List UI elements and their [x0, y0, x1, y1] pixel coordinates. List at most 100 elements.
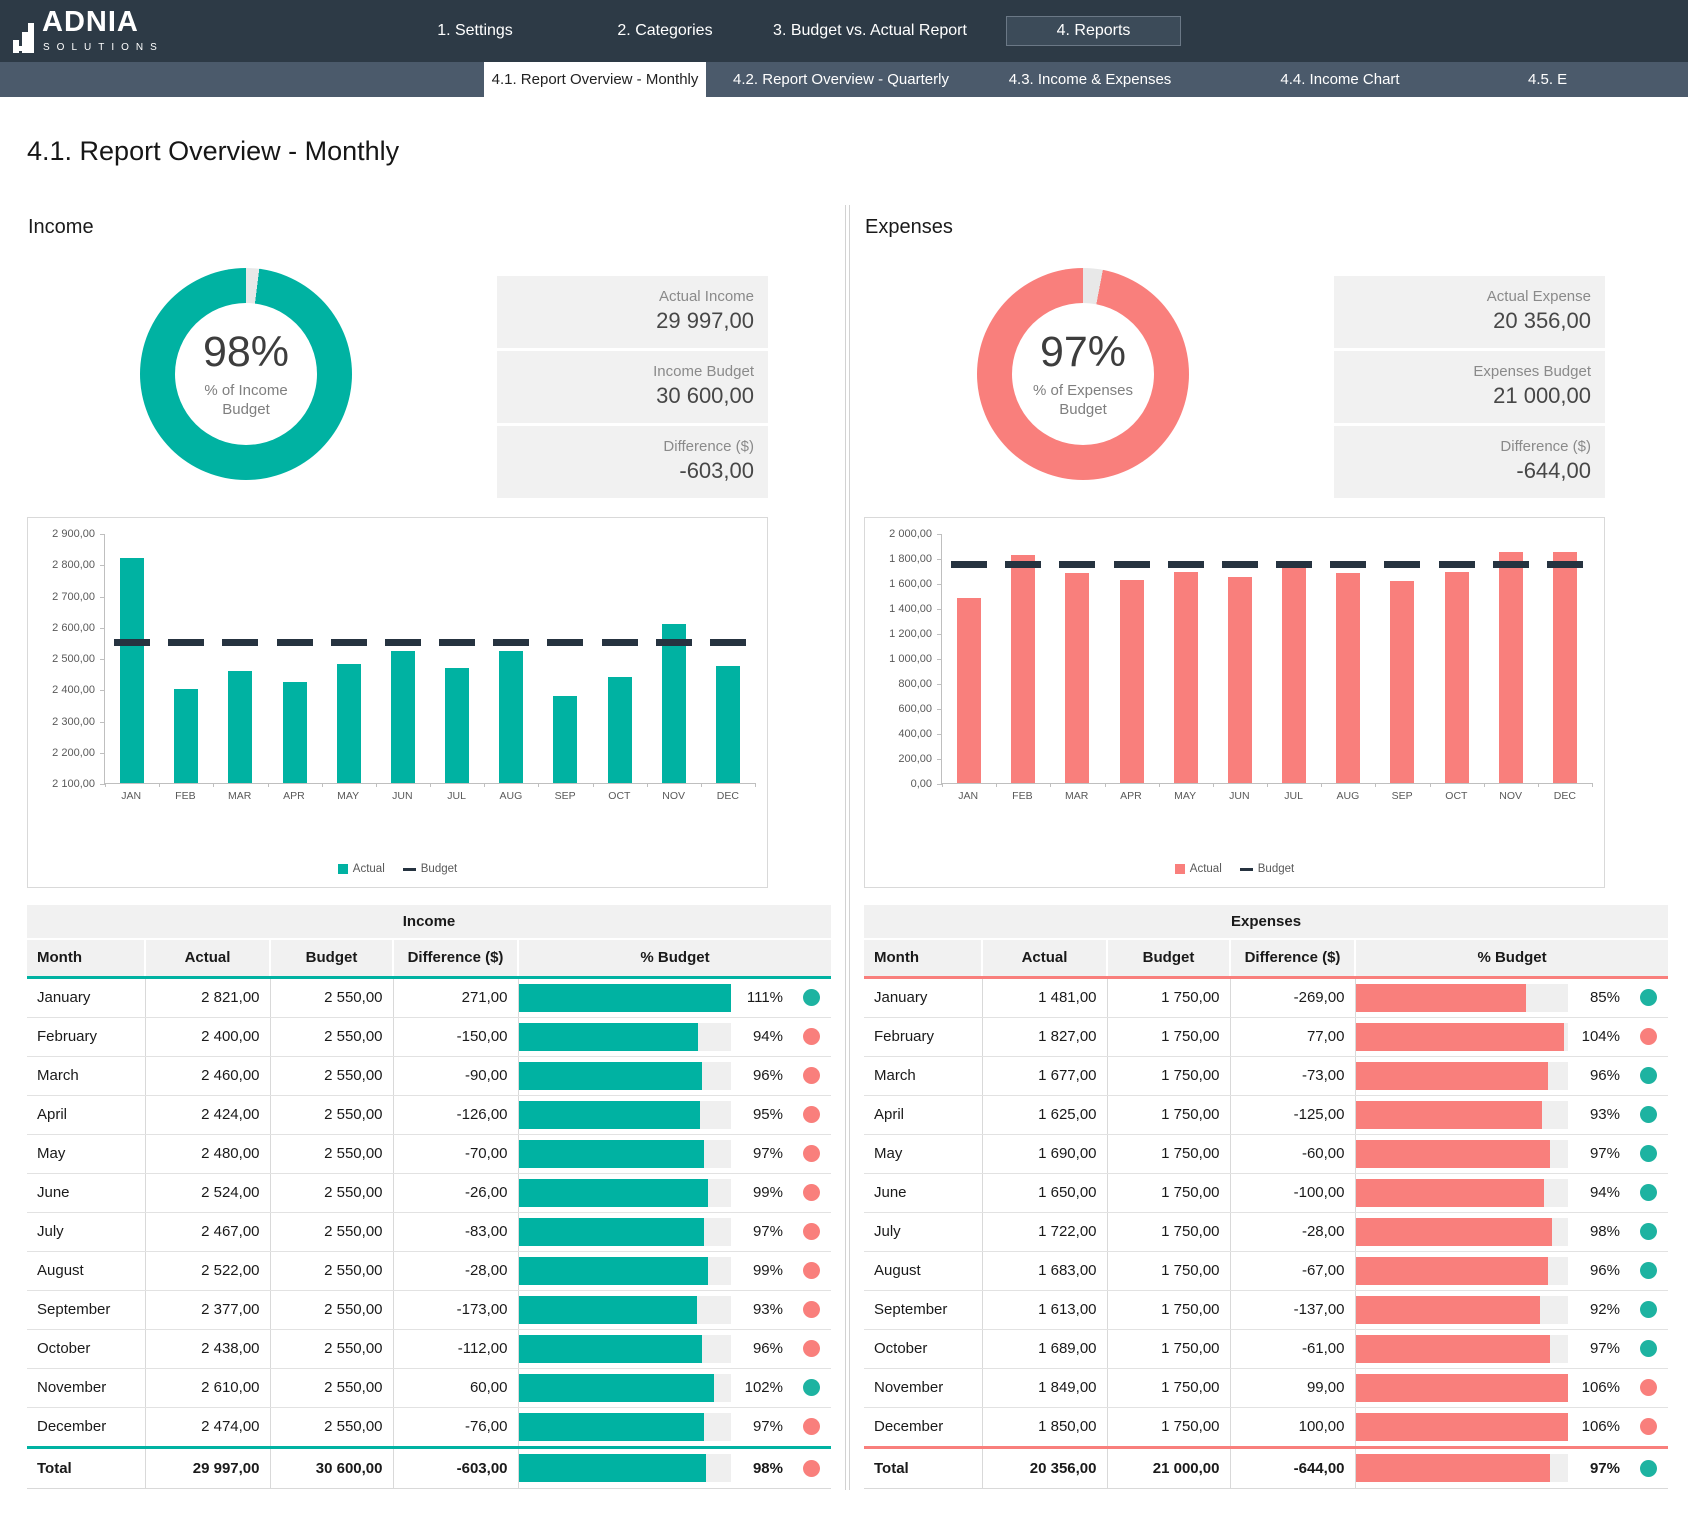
donut-caption: % of Income Budget	[183, 382, 309, 420]
cell-pct-value: 97%	[731, 1212, 791, 1251]
table-row: August2 522,002 550,00-28,0099%	[27, 1251, 831, 1290]
table-row: November1 849,001 750,0099,00106%	[864, 1368, 1668, 1407]
x-tick-label: JUL	[1284, 790, 1303, 802]
page-title: 4.1. Report Overview - Monthly	[27, 136, 399, 167]
cell-actual: 2 438,00	[145, 1329, 270, 1368]
brand-subtitle: SOLUTIONS	[43, 42, 164, 53]
cell-actual: 1 613,00	[982, 1290, 1107, 1329]
cell-pct-bar	[1355, 1212, 1568, 1251]
donut-percent-value: 98%	[203, 328, 289, 377]
cell-pct-bar	[1355, 1134, 1568, 1173]
cell-actual: 1 625,00	[982, 1095, 1107, 1134]
budget-table: ExpensesMonthActualBudgetDifference ($)%…	[864, 905, 1668, 1489]
cell-difference: -137,00	[1230, 1290, 1355, 1329]
pct-bar-fill	[1356, 1413, 1569, 1441]
col-header-month: Month	[27, 939, 145, 977]
cell-difference: -76,00	[393, 1407, 518, 1447]
subnav-tab-4-3-income-expenses[interactable]: 4.3. Income & Expenses	[988, 62, 1192, 97]
chart-plot-area	[104, 534, 755, 784]
section-title: Expenses	[865, 216, 953, 239]
actual-bar-mar	[1065, 573, 1089, 783]
subnav-tab-4-5-e[interactable]: 4.5. E	[1528, 62, 1688, 97]
actual-bar-aug	[499, 651, 523, 783]
cell-status	[1628, 1212, 1668, 1251]
table-row: April1 625,001 750,00-125,0093%	[864, 1095, 1668, 1134]
cell-status	[791, 1329, 831, 1368]
cell-pct-bar	[1355, 1095, 1568, 1134]
cell-actual: 2 400,00	[145, 1017, 270, 1056]
cell-budget: 1 750,00	[1107, 1407, 1230, 1447]
col-header-actual: Actual	[145, 939, 270, 977]
budget-dash-nov	[656, 639, 692, 646]
cell-pct-bar	[518, 1095, 731, 1134]
table-row: September2 377,002 550,00-173,0093%	[27, 1290, 831, 1329]
table-header-row: MonthActualBudgetDifference ($)% Budget	[27, 939, 831, 977]
x-tick-label: FEB	[175, 790, 195, 802]
donut-center: 98% % of Income Budget	[175, 303, 317, 445]
y-tick-mark	[937, 734, 942, 735]
pct-bar-fill	[519, 1218, 705, 1246]
cell-month: January	[27, 977, 145, 1017]
pct-bar-track	[1356, 1140, 1569, 1168]
cell-month: June	[864, 1173, 982, 1212]
budget-dash-icon	[1240, 868, 1253, 871]
stat-value: 29 997,00	[497, 305, 754, 334]
cell-month: July	[27, 1212, 145, 1251]
table-header-row: MonthActualBudgetDifference ($)% Budget	[864, 939, 1668, 977]
cell-difference: -28,00	[393, 1251, 518, 1290]
cell-month: September	[864, 1290, 982, 1329]
nav-tab-1-settings[interactable]: 1. Settings	[400, 0, 550, 62]
cell-actual: 1 677,00	[982, 1056, 1107, 1095]
pct-bar-track	[519, 1179, 732, 1207]
status-dot-good	[1640, 1460, 1657, 1477]
subnav-tab-4-2-report-overview-quarterly[interactable]: 4.2. Report Overview - Quarterly	[724, 62, 958, 97]
x-tick-label: APR	[1120, 790, 1142, 802]
cell-month: July	[864, 1212, 982, 1251]
cell-difference: 60,00	[393, 1368, 518, 1407]
table-row: November2 610,002 550,0060,00102%	[27, 1368, 831, 1407]
nav-tab-2-categories[interactable]: 2. Categories	[585, 0, 745, 62]
expenses-section: Expenses 97% % of Expenses Budget Actual…	[864, 210, 1668, 1495]
y-tick-label: 1 000,00	[889, 653, 932, 665]
cell-pct-value: 97%	[731, 1407, 791, 1447]
pct-bar-fill	[519, 1023, 699, 1051]
cell-month: April	[27, 1095, 145, 1134]
cell-pct-value: 96%	[731, 1056, 791, 1095]
col-header-difference: Difference ($)	[393, 939, 518, 977]
cell-budget: 2 550,00	[270, 1134, 393, 1173]
cell-budget: 2 550,00	[270, 1368, 393, 1407]
nav-tab-3-budget-vs-actual-report[interactable]: 3. Budget vs. Actual Report	[765, 0, 975, 62]
status-dot-good	[1640, 1145, 1657, 1162]
legend-actual: Actual	[338, 863, 385, 875]
cell-month: February	[27, 1017, 145, 1056]
actual-swatch-icon	[1175, 864, 1185, 874]
budget-dash-jan	[951, 561, 987, 568]
nav-tab-4-reports[interactable]: 4. Reports	[1006, 16, 1181, 46]
cell-pct-value: 96%	[1568, 1056, 1628, 1095]
cell-pct-value: 111%	[731, 977, 791, 1017]
actual-bar-may	[337, 664, 361, 783]
budget-dash-feb	[168, 639, 204, 646]
cell-budget: 2 550,00	[270, 1212, 393, 1251]
table-row: October2 438,002 550,00-112,0096%	[27, 1329, 831, 1368]
actual-bar-jan	[957, 598, 981, 783]
status-dot-good	[1640, 1184, 1657, 1201]
pct-bar-track	[1356, 1296, 1569, 1324]
y-tick-label: 1 600,00	[889, 578, 932, 590]
y-tick-label: 2 700,00	[52, 591, 95, 603]
total-row: Total20 356,0021 000,00-644,0097%	[864, 1447, 1668, 1488]
status-dot-bad	[803, 1067, 820, 1084]
subnav-tab-4-1-report-overview-monthly[interactable]: 4.1. Report Overview - Monthly	[484, 62, 706, 97]
cell-month: June	[27, 1173, 145, 1212]
cell-budget: 1 750,00	[1107, 1212, 1230, 1251]
y-tick-label: 2 300,00	[52, 716, 95, 728]
pct-bar-track	[519, 1218, 732, 1246]
cell-status	[791, 977, 831, 1017]
cell-pct-bar	[1355, 1447, 1568, 1488]
y-tick-mark	[937, 609, 942, 610]
cell-pct-bar	[518, 1368, 731, 1407]
pct-bar-fill	[519, 1062, 703, 1090]
subnav-tab-4-4-income-chart[interactable]: 4.4. Income Chart	[1238, 62, 1442, 97]
cell-pct-value: 94%	[731, 1017, 791, 1056]
y-tick-mark	[937, 659, 942, 660]
